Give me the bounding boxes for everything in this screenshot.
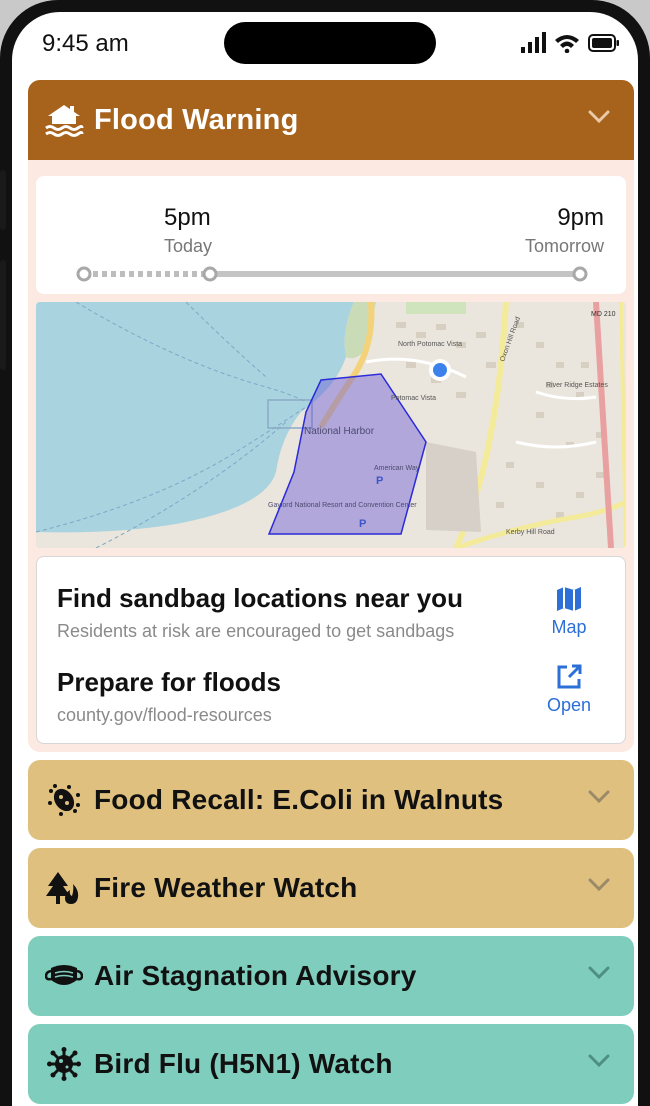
volume-button xyxy=(0,260,6,370)
status-bar: 9:45 am xyxy=(12,12,638,74)
timeline-track[interactable] xyxy=(76,264,588,284)
alert-header[interactable]: Food Recall: E.Coli in Walnuts xyxy=(28,760,634,840)
wifi-icon xyxy=(555,35,579,53)
map-button[interactable]: Map xyxy=(539,585,599,638)
map-parking-label: P xyxy=(376,475,383,487)
open-button-label: Open xyxy=(546,695,592,715)
current-location-icon xyxy=(429,359,451,381)
status-time: 9:45 am xyxy=(42,30,129,57)
map-label-route: MD 210 xyxy=(591,311,616,318)
alert-title: Fire Weather Watch xyxy=(94,872,358,903)
alert-header[interactable]: Bird Flu (H5N1) Watch xyxy=(28,1024,634,1104)
prepare-title[interactable]: Prepare for floods xyxy=(57,667,281,698)
dynamic-island xyxy=(224,22,436,64)
map-label-harbor: National Harbor xyxy=(304,426,375,437)
chevron-down-icon[interactable] xyxy=(588,878,610,892)
prepare-subtitle[interactable]: county.gov/flood-resources xyxy=(57,705,272,726)
alert-title: Bird Flu (H5N1) Watch xyxy=(94,1048,393,1079)
flood-warning-card: Flood Warning 5pm Today 9pm Tomorrow Nat… xyxy=(28,80,634,752)
flood-warning-title: Flood Warning xyxy=(94,103,299,136)
status-icons xyxy=(520,32,620,54)
flood-warning-header[interactable]: Flood Warning xyxy=(28,80,634,160)
sandbag-title[interactable]: Find sandbag locations near you xyxy=(57,583,463,614)
map-label-potomac-vista: Potomac Vista xyxy=(391,395,436,402)
alert-card-bird-flu[interactable]: Bird Flu (H5N1) Watch xyxy=(28,1024,634,1104)
map-label-river-ridge: River Ridge Estates xyxy=(546,382,608,389)
timeline-start-time: 5pm xyxy=(164,204,211,231)
battery-icon xyxy=(588,34,619,52)
virus-icon xyxy=(44,1044,84,1084)
mask-icon xyxy=(44,956,84,996)
alert-card-food-recall[interactable]: Food Recall: E.Coli in Walnuts xyxy=(28,760,634,840)
flood-actions-panel: Find sandbag locations near you Resident… xyxy=(36,556,626,744)
phone-screen: 9:45 am Flood Warning 5pm Today 9pm Tomo… xyxy=(12,12,638,1106)
timeline-end-time: 9pm xyxy=(557,204,604,231)
alert-card-air-stagnation[interactable]: Air Stagnation Advisory xyxy=(28,936,634,1016)
alert-header[interactable]: Fire Weather Watch xyxy=(28,848,634,928)
sandbag-subtitle: Residents at risk are encouraged to get … xyxy=(57,621,455,641)
side-button xyxy=(0,170,6,230)
map-button-label: Map xyxy=(551,617,587,637)
chevron-down-icon[interactable] xyxy=(588,1054,610,1068)
alert-header[interactable]: Air Stagnation Advisory xyxy=(28,936,634,1016)
map-icon xyxy=(557,587,581,611)
alert-card-fire-weather[interactable]: Fire Weather Watch xyxy=(28,848,634,928)
map-label-gaylord: Gaylord National Resort and Convention C… xyxy=(268,502,417,509)
signal-icon xyxy=(521,32,546,53)
map-label-american-way: American Way xyxy=(374,465,420,472)
map-label-kerby-hill: Kerby Hill Road xyxy=(506,529,555,536)
chevron-down-icon[interactable] xyxy=(588,790,610,804)
map-label-north-potomac: North Potomac Vista xyxy=(398,341,462,348)
alert-title: Food Recall: E.Coli in Walnuts xyxy=(94,784,504,815)
flood-area-map[interactable]: National Harbor North Potomac Vista Poto… xyxy=(36,302,626,548)
alert-title: Air Stagnation Advisory xyxy=(94,960,417,991)
fire-tree-icon xyxy=(44,868,84,908)
alert-timeline: 5pm Today 9pm Tomorrow xyxy=(36,176,626,294)
chevron-down-icon[interactable] xyxy=(588,110,610,124)
chevron-down-icon[interactable] xyxy=(588,966,610,980)
open-button[interactable]: Open xyxy=(539,663,599,716)
bacteria-icon xyxy=(44,780,84,820)
map-parking-label-2: P xyxy=(359,518,366,530)
timeline-end-day: Tomorrow xyxy=(524,236,604,256)
external-link-icon xyxy=(557,664,582,689)
flood-house-icon xyxy=(44,100,84,140)
map-canvas: National Harbor North Potomac Vista Poto… xyxy=(36,302,626,548)
timeline-start-day: Today xyxy=(164,236,213,256)
